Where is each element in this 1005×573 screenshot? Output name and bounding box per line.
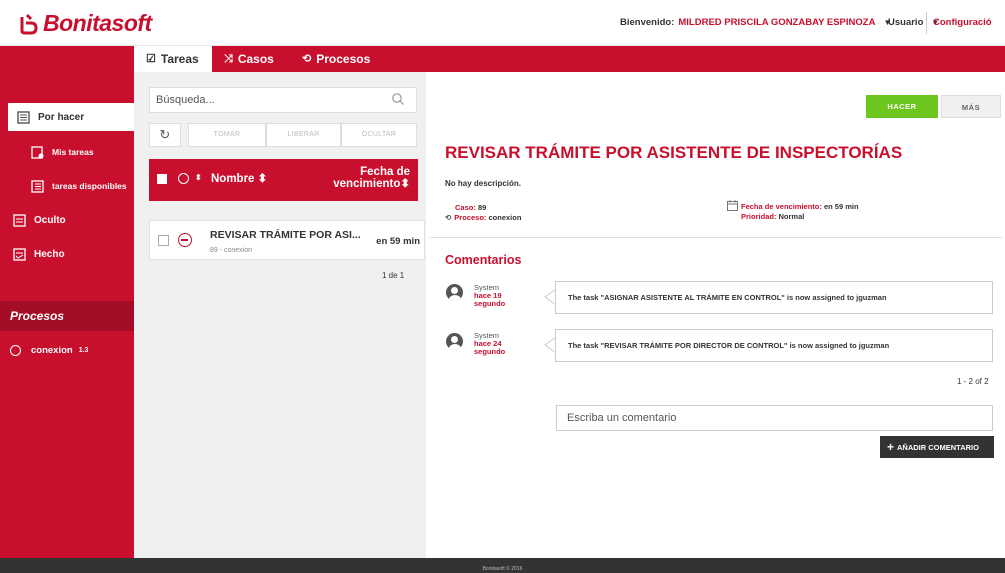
priority-info: Prioridad: Normal: [741, 212, 804, 221]
due-label: Fecha de vencimiento:: [741, 202, 822, 211]
column-label-line1: Fecha de: [360, 166, 410, 178]
avatar: [446, 333, 463, 350]
prio-value: Normal: [778, 212, 805, 221]
user-dropdown[interactable]: Usuario ▼: [888, 17, 939, 28]
logo-text: Bonitasoft: [43, 10, 152, 36]
task-title: REVISAR TRÁMITE POR ASI...: [210, 229, 361, 241]
comment-bubble: The task "REVISAR TRÁMITE POR DIRECTOR D…: [555, 329, 993, 362]
sort-icon[interactable]: ⬍: [195, 173, 202, 182]
task-description: No hay descripción.: [445, 179, 522, 188]
config-link[interactable]: Configuració: [933, 17, 992, 28]
task-detail-title: REVISAR TRÁMITE POR ASISTENTE DE INSPECT…: [445, 143, 903, 162]
refresh-button[interactable]: ↻: [149, 123, 181, 147]
comment-input[interactable]: Escriba un comentario: [556, 405, 993, 431]
user-menu-label: Usuario: [888, 17, 924, 28]
tomar-button[interactable]: TOMAR: [188, 123, 266, 147]
row-checkbox[interactable]: [158, 235, 169, 246]
inbox-icon: [14, 109, 32, 125]
plus-icon: +: [887, 440, 895, 454]
task-case-process: 89 - conexion: [210, 247, 253, 254]
due-value: en 59 min: [823, 202, 859, 211]
comment-time-unit: segundo: [474, 347, 506, 356]
search-input[interactable]: Búsqueda...: [149, 87, 417, 113]
shuffle-icon: ⤨: [224, 53, 233, 65]
circle-icon: [10, 345, 21, 356]
process-version: 1.3: [78, 347, 89, 354]
proceso-value: conexion: [488, 213, 522, 222]
bonitasoft-logo[interactable]: Bonitasoft: [18, 10, 152, 37]
comments-heading: Comentarios: [445, 253, 522, 267]
tab-label: Procesos: [316, 52, 371, 66]
sidebar-item-label: Mis tareas: [52, 147, 94, 157]
comment-author-block: System hace 24 segundo: [474, 332, 505, 356]
task-state-icon: [178, 233, 192, 247]
sidebar-item-mis-tareas[interactable]: Mis tareas: [0, 138, 134, 166]
welcome-label: Bienvenido:: [620, 17, 675, 28]
select-all-checkbox[interactable]: [157, 174, 167, 184]
sidebar-item-hecho[interactable]: Hecho: [0, 240, 134, 268]
tab-casos[interactable]: ⤨ Casos: [224, 46, 274, 72]
available-tasks-icon: [28, 178, 46, 194]
column-fecha-vencimiento[interactable]: Fecha de vencimiento⬍: [333, 166, 410, 190]
checkbox-icon: ☑: [146, 53, 156, 65]
column-nombre[interactable]: Nombre ⬍: [211, 171, 267, 185]
welcome-user-menu[interactable]: Bienvenido: MILDRED PRISCILA GONZABAY ESP…: [620, 17, 891, 28]
my-tasks-icon: [28, 144, 46, 160]
caso-label: Caso:: [455, 203, 476, 212]
mas-button[interactable]: MÁS: [941, 95, 1001, 118]
avatar: [446, 284, 463, 301]
sidebar-item-label: Por hacer: [38, 111, 85, 123]
column-label-line2: vencimiento⬍: [333, 178, 410, 190]
task-due: en 59 min: [376, 236, 420, 247]
case-info: Caso: 89: [455, 203, 486, 212]
hacer-button[interactable]: HACER: [866, 95, 938, 118]
sidebar-item-label: Hecho: [34, 248, 65, 260]
prio-label: Prioridad:: [741, 212, 777, 221]
calendar-icon: [727, 200, 738, 211]
proceso-label: Proceso:: [454, 213, 487, 222]
tab-label: Casos: [237, 52, 274, 66]
search-icon[interactable]: [391, 92, 405, 106]
comment-time-unit: segundo: [474, 299, 506, 308]
user-name: MILDRED PRISCILA GONZABAY ESPINOZA: [678, 17, 876, 28]
done-icon: [10, 246, 28, 262]
tab-label: Tareas: [160, 52, 199, 66]
sidebar-process-conexion[interactable]: conexion 1.3: [10, 345, 88, 356]
task-list-header: ⬍ Nombre ⬍ Fecha de vencimiento⬍: [149, 159, 418, 201]
sidebar-item-tareas-disponibles[interactable]: tareas disponibles: [0, 172, 134, 200]
hidden-icon: [10, 212, 28, 228]
divider: [430, 237, 1002, 238]
caso-value[interactable]: 89: [478, 203, 486, 212]
sidebar-item-por-hacer[interactable]: Por hacer: [8, 103, 134, 131]
process-icon: ⟲: [302, 53, 312, 65]
process-name: conexion: [31, 345, 73, 356]
ocultar-button[interactable]: OCULTAR: [341, 123, 417, 147]
add-comment-button[interactable]: + AÑADIR COMENTARIO: [880, 436, 994, 458]
sidebar-item-oculto[interactable]: Oculto: [0, 206, 134, 234]
refresh-icon: ↻: [159, 127, 171, 142]
process-icon: ⟲: [445, 213, 452, 222]
header-divider: [926, 12, 927, 34]
procesos-heading: Procesos: [0, 301, 134, 331]
state-column-icon: [178, 173, 189, 184]
comment-bubble: The task "ASIGNAR ASISTENTE AL TRÁMITE E…: [555, 281, 993, 314]
sidebar-item-label: Oculto: [34, 214, 66, 226]
top-header: Bonitasoft Bienvenido: MILDRED PRISCILA G…: [0, 0, 1005, 46]
process-info: ⟲ Proceso: conexion: [445, 213, 521, 222]
sidebar-item-label: tareas disponibles: [52, 181, 127, 191]
tab-tareas[interactable]: ☑ Tareas: [134, 46, 212, 72]
footer-text: Bonitasoft © 2016: [482, 566, 523, 572]
comment-author-block: System hace 19 segundo: [474, 284, 505, 308]
liberar-button[interactable]: LIBERAR: [266, 123, 341, 147]
comments-pager: 1 - 2 of 2: [957, 377, 989, 386]
add-comment-label: AÑADIR COMENTARIO: [897, 443, 979, 452]
table-row[interactable]: REVISAR TRÁMITE POR ASI... 89 - conexion…: [149, 220, 425, 260]
due-info: Fecha de vencimiento: en 59 min: [741, 202, 859, 211]
list-pager: 1 de 1: [382, 271, 405, 280]
bonita-logo-icon: [20, 13, 38, 34]
tab-procesos[interactable]: ⟲ Procesos: [302, 46, 370, 72]
